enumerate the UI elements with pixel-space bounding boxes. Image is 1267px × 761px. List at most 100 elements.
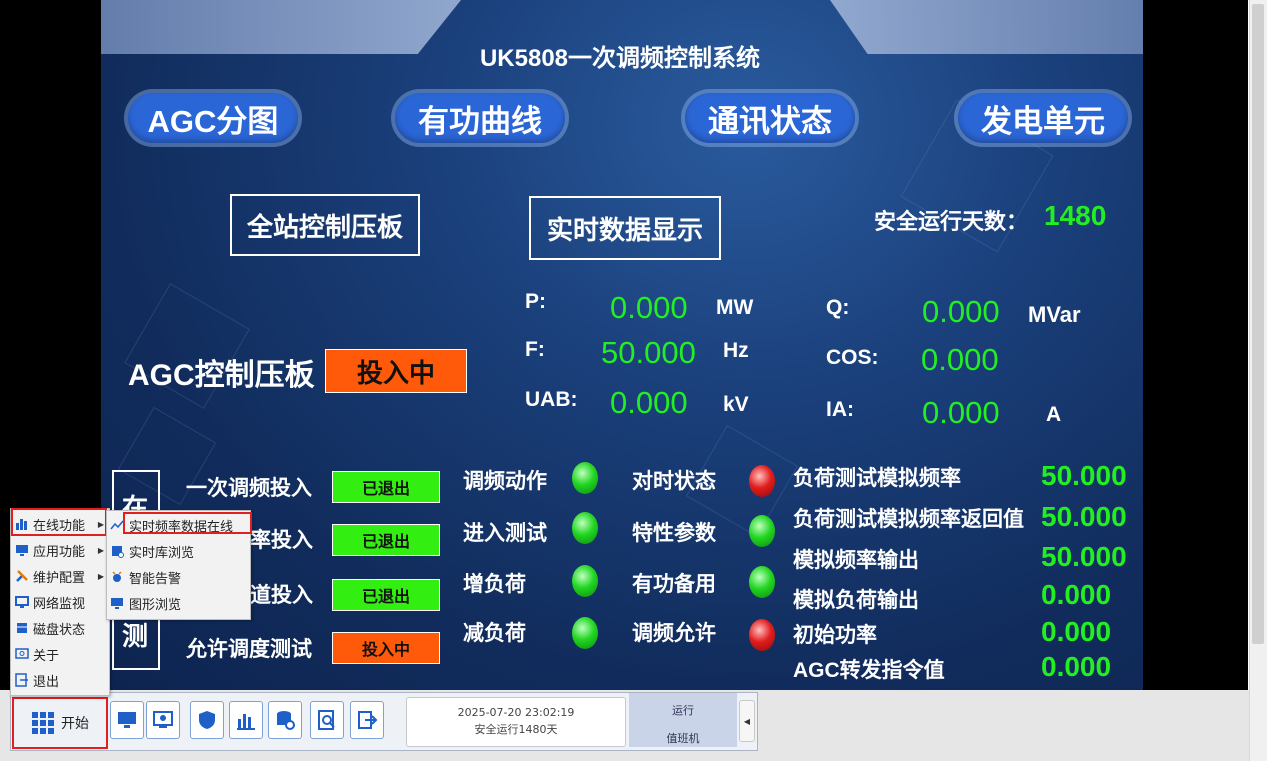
scrollbar-thumb[interactable] <box>1252 4 1264 644</box>
monitor-icon <box>14 542 30 558</box>
switch-status-2[interactable]: 已退出 <box>332 524 440 556</box>
ia-value: 0.000 <box>922 395 1000 430</box>
menu-item-about[interactable]: 关于 <box>11 641 107 667</box>
switch-status-3[interactable]: 已退出 <box>332 579 440 611</box>
q-value: 0.000 <box>922 294 1000 329</box>
switch-status-primary-freq[interactable]: 已退出 <box>332 471 440 503</box>
logout-button[interactable] <box>350 701 384 739</box>
indicator-led-increase-load <box>572 565 598 597</box>
test-label-sim-freq: 负荷测试模拟频率 <box>793 467 961 490</box>
f-label: F: <box>525 338 545 361</box>
page-title: UK5808一次调频控制系统 <box>479 45 761 72</box>
nav-active-power-curve-button[interactable]: 有功曲线 <box>395 93 565 143</box>
indicator-led-characteristic <box>749 515 775 547</box>
security-button[interactable] <box>190 701 224 739</box>
indicator-label-freq-action: 调频动作 <box>463 470 547 493</box>
p-label: P: <box>525 290 546 313</box>
run-status-panel: 运行 值班机 <box>629 693 737 747</box>
p-unit: MW <box>716 296 754 319</box>
menu-item-exit[interactable]: 退出 <box>11 667 107 693</box>
uab-value: 0.000 <box>610 385 688 420</box>
search-screen-icon <box>14 646 30 662</box>
nav-generation-unit-button[interactable]: 发电单元 <box>958 93 1128 143</box>
menu-item-maintenance-config[interactable]: 维护配置 ▶ <box>11 563 107 589</box>
f-value: 50.000 <box>601 335 696 370</box>
menu-item-disk-status[interactable]: 磁盘状态 <box>11 615 107 641</box>
ia-unit: A <box>1046 403 1062 426</box>
submenu-item-realtime-db-browse[interactable]: 实时库浏览 <box>107 538 248 564</box>
switch-label-3: 道投入 <box>250 584 313 607</box>
header-banner-left <box>101 0 461 54</box>
indicator-led-freq-action <box>572 462 598 494</box>
nav-communication-status-button[interactable]: 通讯状态 <box>685 93 855 143</box>
menu-label: 应用功能 <box>33 544 86 560</box>
run-label: 运行 <box>672 704 694 717</box>
highlight-online-functions <box>11 508 107 536</box>
agc-status-badge[interactable]: 投入中 <box>325 349 467 393</box>
indicator-label-active-reserve: 有功备用 <box>632 573 716 596</box>
indicator-label-freq-allow: 调频允许 <box>632 622 716 645</box>
database-icon <box>14 620 30 636</box>
q-unit: MVar <box>1028 302 1081 327</box>
collapse-button[interactable]: ◀ <box>739 700 755 742</box>
clock-datetime: 2025-07-20 23:02:19 <box>457 706 575 719</box>
station-control-panel-button[interactable]: 全站控制压板 <box>230 194 420 256</box>
menu-item-network-monitor[interactable]: 网络监视 <box>11 589 107 615</box>
monitor-icon <box>109 595 125 611</box>
indicator-label-characteristic: 特性参数 <box>632 522 716 545</box>
indicator-led-decrease-load <box>572 617 598 649</box>
database-icon <box>109 543 125 559</box>
uab-unit: kV <box>723 393 749 416</box>
indicator-label-decrease-load: 减负荷 <box>463 622 526 645</box>
uab-label: UAB: <box>525 388 578 411</box>
switch-status-dispatch-test[interactable]: 投入中 <box>332 632 440 664</box>
safe-days-label: 安全运行天数： <box>874 209 1029 234</box>
test-value-sim-freq: 50.000 <box>1041 460 1127 491</box>
test-label-sim-load-output: 模拟负荷输出 <box>793 589 919 612</box>
menu-item-app-functions[interactable]: 应用功能 ▶ <box>11 537 107 563</box>
clock-safe-run: 安全运行1480天 <box>474 723 558 736</box>
search-document-icon <box>318 710 335 730</box>
start-menu: 在线功能 ▶ 应用功能 ▶ 维护配置 ▶ 网络监视 磁盘状态 关于 退出 <box>10 508 110 696</box>
network-monitor-button[interactable] <box>110 701 144 739</box>
database-button[interactable] <box>268 701 302 739</box>
duty-label: 值班机 <box>666 732 700 745</box>
menu-label: 网络监视 <box>33 596 86 612</box>
f-unit: Hz <box>723 339 749 362</box>
test-value-sim-freq-return: 50.000 <box>1041 501 1127 532</box>
submenu-item-graphic-browse[interactable]: 图形浏览 <box>107 590 248 616</box>
ia-label: IA: <box>826 398 854 421</box>
menu-label: 维护配置 <box>33 570 86 586</box>
clock-panel: 2025-07-20 23:02:19 安全运行1480天 <box>406 697 626 747</box>
highlight-realtime-freq <box>123 512 252 534</box>
menu-label: 关于 <box>33 648 60 664</box>
chart-button[interactable] <box>229 701 263 739</box>
nav-agc-button[interactable]: AGC分图 <box>128 93 298 143</box>
vertical-label-bottom: 测 <box>122 621 149 651</box>
screen-gear-icon <box>153 711 173 728</box>
graphic-browse-button[interactable] <box>310 701 344 739</box>
test-label-initial-power: 初始功率 <box>793 624 877 647</box>
switch-label-dispatch-test: 允许调度测试 <box>186 638 312 661</box>
agc-control-label: AGC控制压板 <box>128 359 315 392</box>
realtime-data-display-button[interactable]: 实时数据显示 <box>529 196 721 260</box>
indicator-label-enter-test: 进入测试 <box>463 522 547 545</box>
monitor-icon <box>14 594 30 610</box>
app-settings-button[interactable] <box>146 701 180 739</box>
chevron-left-icon: ◀ <box>743 716 751 726</box>
chevron-right-icon: ▶ <box>97 545 104 555</box>
alarm-icon <box>109 569 125 585</box>
test-value-initial-power: 0.000 <box>1041 616 1112 647</box>
p-value: 0.000 <box>610 290 688 325</box>
indicator-led-freq-allow <box>749 619 775 651</box>
indicator-led-active-reserve <box>749 566 775 598</box>
test-value-sim-freq-output: 50.000 <box>1041 541 1127 572</box>
test-value-agc-command: 0.000 <box>1041 651 1112 682</box>
monitor-icon <box>118 712 136 728</box>
submenu-label: 图形浏览 <box>129 597 182 613</box>
test-label-agc-command: AGC转发指令值 <box>793 659 945 682</box>
test-value-sim-load-output: 0.000 <box>1041 579 1112 610</box>
highlight-start-button <box>12 697 108 749</box>
submenu-item-smart-alarm[interactable]: 智能告警 <box>107 564 248 590</box>
safe-days-value: 1480 <box>1044 200 1107 231</box>
